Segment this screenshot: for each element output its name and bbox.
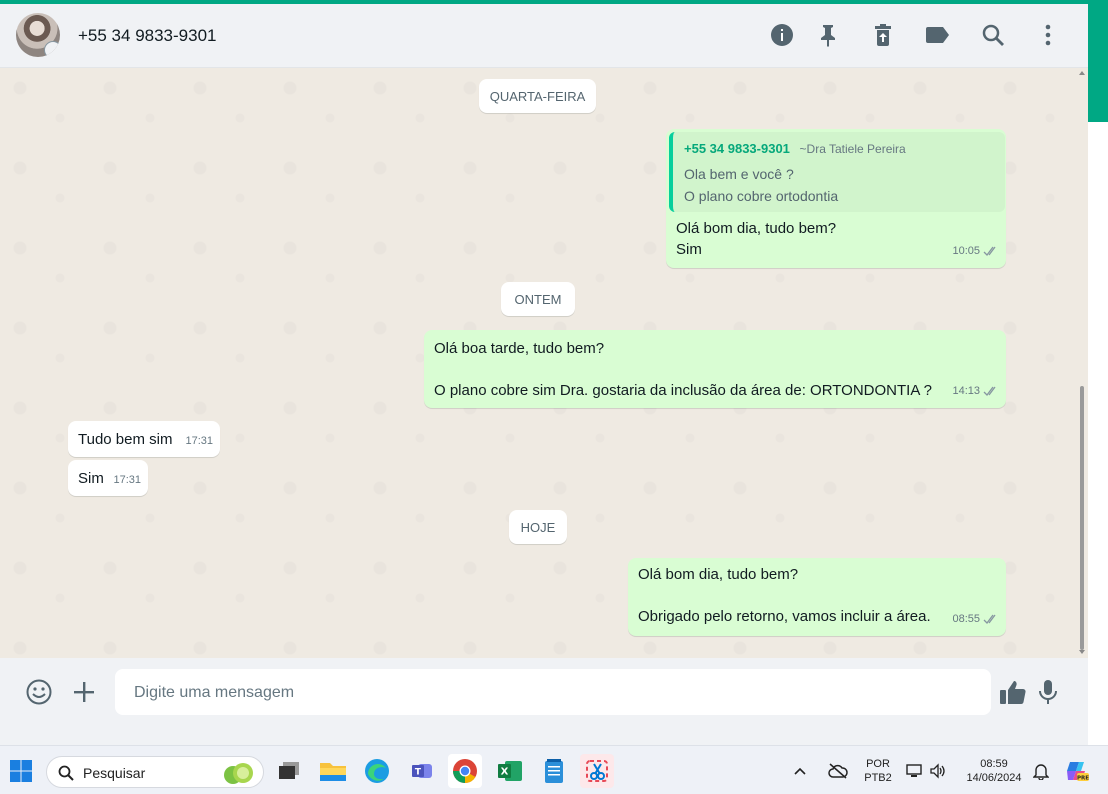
windows-start-icon[interactable]: [4, 754, 38, 788]
status-ring-icon: [44, 41, 60, 57]
right-panel-edge: [1088, 0, 1108, 745]
scroll-up-arrow-icon[interactable]: [1079, 71, 1085, 75]
attach-plus-icon[interactable]: [70, 678, 98, 706]
message-text-line: Olá bom dia, tudo bem?: [638, 566, 799, 583]
message-text-line: Sim: [676, 241, 702, 258]
taskbar-search[interactable]: Pesquisar: [46, 756, 264, 788]
date-divider-wednesday: QUARTA-FEIRA: [479, 79, 596, 113]
clock-time: 08:59: [980, 758, 1008, 770]
lime-highlight-icon: [224, 763, 253, 784]
notepad-icon[interactable]: [537, 754, 571, 788]
search-label: Pesquisar: [83, 765, 146, 781]
message-text-line: O plano cobre sim Dra. gostaria da inclu…: [434, 382, 933, 399]
composer-bar: Digite uma mensagem: [0, 658, 1088, 726]
task-view-icon[interactable]: [272, 754, 306, 788]
date-divider-today: HOJE: [509, 510, 567, 544]
message-out-3[interactable]: Olá bom dia, tudo bem? Obrigado pelo ret…: [628, 558, 1006, 636]
delete-icon[interactable]: [870, 22, 896, 48]
info-icon[interactable]: [769, 22, 795, 48]
copilot-icon[interactable]: PRE: [1062, 754, 1092, 788]
windows-taskbar: Pesquisar T X POR PTB2 08:59 14/06/2024 …: [0, 745, 1108, 794]
keyboard-layout: PTB2: [864, 772, 892, 784]
tray-chevron-up-icon[interactable]: [790, 754, 810, 788]
cloud-offline-icon[interactable]: [826, 754, 850, 788]
thumbs-up-icon[interactable]: [999, 678, 1027, 706]
quote-line-1: Ola bem e você ?: [684, 166, 794, 182]
scroll-down-arrow-icon[interactable]: [1079, 650, 1085, 654]
message-out-1[interactable]: +55 34 9833-9301 ~Dra Tatiele Pereira Ol…: [666, 129, 1006, 268]
message-text-line: Olá boa tarde, tudo bem?: [434, 340, 605, 357]
clock-date: 14/06/2024: [966, 772, 1022, 784]
right-accent: [1088, 0, 1108, 122]
search-icon[interactable]: [980, 22, 1006, 48]
message-out-2[interactable]: Olá boa tarde, tudo bem? O plano cobre s…: [424, 330, 1006, 408]
message-text: Tudo bem sim: [78, 431, 173, 448]
emoji-icon[interactable]: [25, 678, 53, 706]
chat-panel[interactable]: QUARTA-FEIRA +55 34 9833-9301 ~Dra Tatie…: [0, 68, 1088, 658]
svg-text:T: T: [415, 768, 422, 778]
quote-name: ~Dra Tatiele Pereira: [799, 142, 906, 156]
chrome-icon[interactable]: [448, 754, 482, 788]
snipping-tool-icon[interactable]: [580, 754, 614, 788]
message-text-line: Obrigado pelo retorno, vamos incluir a á…: [638, 608, 931, 625]
contact-name[interactable]: +55 34 9833-9301: [78, 26, 217, 46]
message-text: Sim: [78, 470, 104, 487]
message-input[interactable]: Digite uma mensagem: [115, 669, 991, 715]
file-explorer-icon[interactable]: [316, 754, 350, 788]
edge-browser-icon[interactable]: [360, 754, 394, 788]
search-icon: [58, 765, 74, 781]
teams-icon[interactable]: T: [406, 754, 440, 788]
message-time: 10:05: [952, 245, 980, 257]
scrollbar[interactable]: [1078, 68, 1086, 658]
date-divider-yesterday: ONTEM: [501, 282, 575, 316]
chat-header: +55 34 9833-9301: [0, 4, 1088, 68]
menu-icon[interactable]: [1035, 22, 1061, 48]
svg-text:X: X: [501, 767, 509, 778]
message-time: 17:31: [185, 435, 213, 447]
double-check-icon: [983, 246, 996, 256]
message-time: 08:55: [952, 613, 980, 625]
double-check-icon: [983, 386, 996, 396]
notification-bell-icon[interactable]: [1030, 754, 1052, 788]
message-text-line: Olá bom dia, tudo bem?: [676, 220, 837, 237]
double-check-icon: [983, 614, 996, 624]
pin-icon[interactable]: [815, 22, 841, 48]
app-window: +55 34 9833-9301 QUARTA-FEIRA +55 34 983…: [0, 0, 1108, 794]
message-time: 14:13: [952, 385, 980, 397]
message-in-2[interactable]: Sim 17:31: [68, 460, 148, 496]
excel-icon[interactable]: X: [493, 754, 527, 788]
scrollbar-thumb[interactable]: [1080, 386, 1084, 650]
volume-icon[interactable]: [926, 754, 950, 788]
message-in-1[interactable]: Tudo bem sim 17:31: [68, 421, 220, 457]
language-code: POR: [866, 758, 890, 770]
label-icon[interactable]: [925, 22, 951, 48]
network-icon[interactable]: [902, 754, 926, 788]
clock[interactable]: 08:59 14/06/2024: [958, 757, 1030, 785]
quote-line-2: O plano cobre ortodontia: [684, 188, 839, 204]
svg-text:PRE: PRE: [1077, 776, 1089, 782]
quoted-message[interactable]: +55 34 9833-9301 ~Dra Tatiele Pereira Ol…: [669, 132, 1005, 212]
microphone-icon[interactable]: [1034, 678, 1062, 706]
quote-author: +55 34 9833-9301: [684, 141, 790, 156]
message-time: 17:31: [113, 474, 141, 486]
avatar[interactable]: [16, 13, 60, 57]
input-language[interactable]: POR PTB2: [862, 757, 894, 785]
